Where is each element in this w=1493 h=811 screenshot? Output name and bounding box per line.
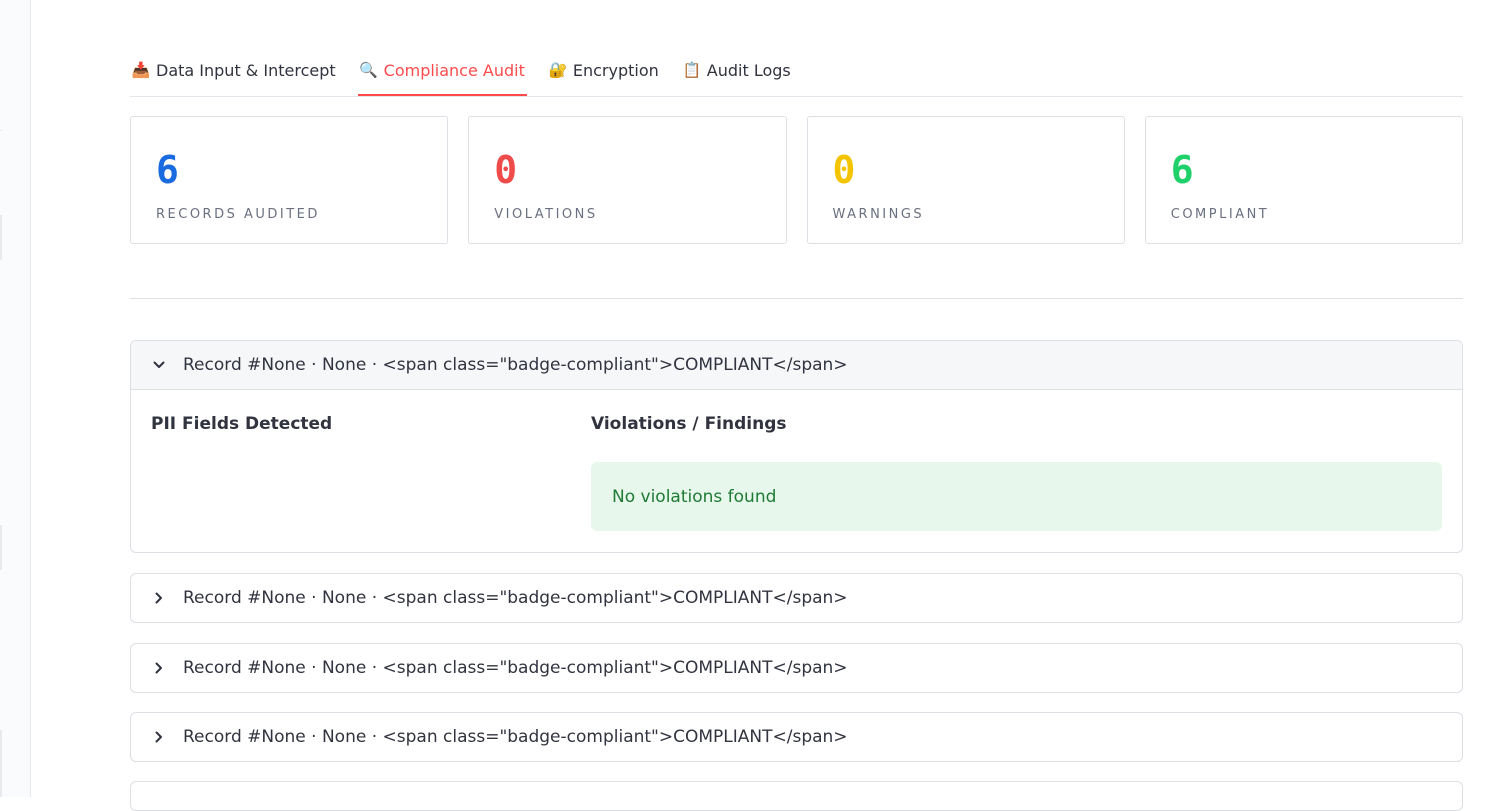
chevron-down-icon <box>151 357 167 373</box>
magnifier-icon: 🔍 <box>359 61 378 79</box>
record-expander-partial[interactable] <box>130 781 1463 811</box>
record-title: Record #None · None · <span class="badge… <box>183 355 848 375</box>
tab-audit-logs[interactable]: 📋 Audit Logs <box>681 46 793 94</box>
metric-value: 0 <box>832 148 856 192</box>
metric-records-audited: 6 RECORDS AUDITED <box>130 116 449 244</box>
chevron-right-icon <box>151 590 167 606</box>
section-divider <box>130 298 1463 299</box>
record-title: Record #None · None · <span class="badge… <box>183 727 848 747</box>
tab-encryption[interactable]: 🔐 Encryption <box>547 46 661 94</box>
metric-value: 0 <box>494 148 518 192</box>
record-title: Record #None · None · <span class="badge… <box>183 588 848 608</box>
violations-heading: Violations / Findings <box>591 414 787 434</box>
metric-label: COMPLIANT <box>1170 207 1270 222</box>
record-expander: Record #None · None · <span class="badge… <box>130 573 1463 623</box>
tab-bar: 📥 Data Input & Intercept 🔍 Compliance Au… <box>130 46 1463 97</box>
metric-label: WARNINGS <box>832 207 925 222</box>
chevron-right-icon <box>151 729 167 745</box>
metrics-row: 6 RECORDS AUDITED 0 VIOLATIONS 0 WARNING… <box>130 116 1463 244</box>
tab-compliance-audit[interactable]: 🔍 Compliance Audit <box>357 46 527 96</box>
metric-violations: 0 VIOLATIONS <box>468 116 787 244</box>
metric-label: VIOLATIONS <box>494 207 598 222</box>
pii-fields-heading: PII Fields Detected <box>151 414 333 434</box>
record-expander-header[interactable]: Record #None · None · <span class="badge… <box>131 713 1462 761</box>
tab-label: Compliance Audit <box>383 60 525 80</box>
record-expander-header[interactable]: Record #None · None · <span class="badge… <box>131 574 1462 622</box>
record-expander: Record #None · None · <span class="badge… <box>130 712 1463 762</box>
lock-icon: 🔐 <box>548 61 568 79</box>
chevron-right-icon <box>151 660 167 676</box>
tab-label: Audit Logs <box>706 60 791 80</box>
record-expander: Record #None · None · <span class="badge… <box>130 340 1463 553</box>
record-expander: Record #None · None · <span class="badge… <box>130 643 1463 693</box>
metric-compliant: 6 COMPLIANT <box>1144 116 1463 244</box>
record-title: Record #None · None · <span class="badge… <box>183 658 848 678</box>
tab-data-input[interactable]: 📥 Data Input & Intercept <box>130 46 338 94</box>
metric-value: 6 <box>156 148 179 192</box>
metric-value: 6 <box>1170 148 1194 192</box>
metric-label: RECORDS AUDITED <box>156 207 320 222</box>
tab-label: Encryption <box>572 60 659 80</box>
clipboard-icon: 📋 <box>682 61 702 79</box>
metric-warnings: 0 WARNINGS <box>806 116 1125 244</box>
record-expander-header[interactable]: Record #None · None · <span class="badge… <box>131 341 1462 390</box>
record-expander-header[interactable]: Record #None · None · <span class="badge… <box>131 644 1462 692</box>
sidebar-collapsed <box>0 0 31 797</box>
tab-label: Data Input & Intercept <box>156 60 336 80</box>
inbox-tray-icon: 📥 <box>131 61 151 79</box>
no-violations-alert: No violations found <box>591 462 1442 531</box>
record-details: PII Fields Detected Violations / Finding… <box>131 390 1462 552</box>
